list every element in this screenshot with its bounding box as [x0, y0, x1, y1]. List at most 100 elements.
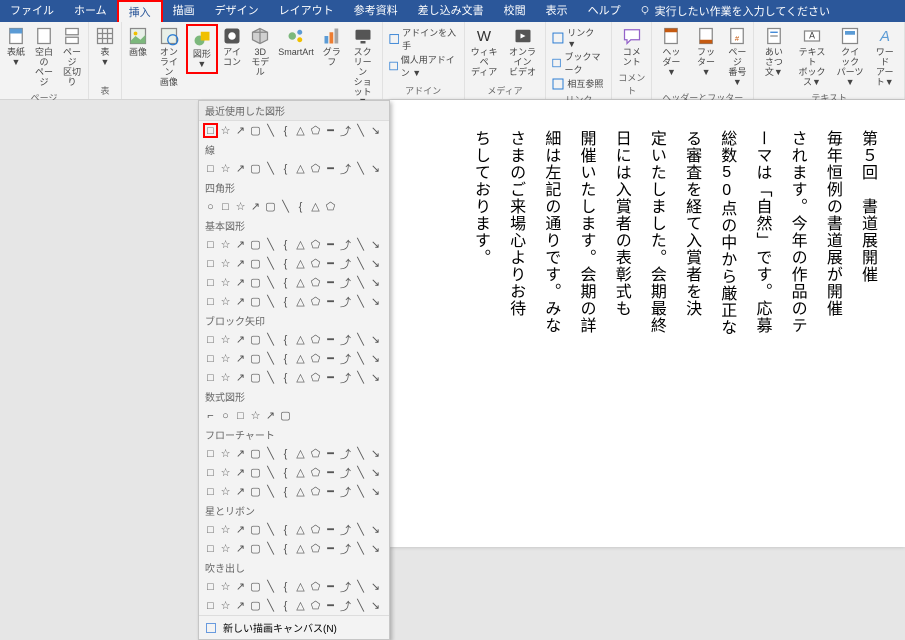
shape-item[interactable]: ╲	[353, 237, 368, 252]
shape-item[interactable]: ↘	[368, 275, 383, 290]
shape-item[interactable]: ↘	[368, 237, 383, 252]
shape-item[interactable]: ↗	[233, 465, 248, 480]
menu-ヘルプ[interactable]: ヘルプ	[578, 0, 631, 22]
shape-item[interactable]: ☆	[218, 522, 233, 537]
shape-item[interactable]: ☆	[218, 446, 233, 461]
shape-item[interactable]: ⬠	[308, 161, 323, 176]
shape-item[interactable]: ⬠	[308, 332, 323, 347]
shape-item[interactable]: ▢	[248, 161, 263, 176]
blank-page-button[interactable]: 空白の ページ	[30, 24, 58, 90]
shape-item[interactable]: ⤴	[338, 275, 353, 290]
shape-item[interactable]: ↗	[233, 275, 248, 290]
shape-item[interactable]: ↘	[368, 123, 383, 138]
shape-item[interactable]: ▢	[248, 541, 263, 556]
shape-item[interactable]: ⤴	[338, 237, 353, 252]
shape-item[interactable]: △	[293, 370, 308, 385]
shape-item[interactable]: ⬠	[308, 541, 323, 556]
shape-item[interactable]: ↘	[368, 256, 383, 271]
shape-item[interactable]: ╲	[353, 541, 368, 556]
shape-item[interactable]: ↗	[233, 598, 248, 613]
shape-item[interactable]: ╲	[263, 161, 278, 176]
shapes-button[interactable]: 図形 ▼	[186, 24, 218, 74]
shape-item[interactable]: ⤴	[338, 484, 353, 499]
shape-item[interactable]: {	[278, 351, 293, 366]
shape-item[interactable]: {	[278, 598, 293, 613]
shape-item[interactable]: □	[203, 541, 218, 556]
shape-item[interactable]: ╲	[353, 579, 368, 594]
shape-item[interactable]: ╲	[278, 199, 293, 214]
header-button[interactable]: ヘッダー ▼	[654, 24, 689, 80]
shape-item[interactable]: △	[293, 598, 308, 613]
shape-item[interactable]: ▢	[248, 370, 263, 385]
shape-item[interactable]: ⤴	[338, 579, 353, 594]
shape-item[interactable]: {	[278, 465, 293, 480]
shape-item[interactable]: ○	[203, 199, 218, 214]
shape-item[interactable]: ⤴	[338, 541, 353, 556]
shape-item[interactable]: △	[293, 332, 308, 347]
tell-me[interactable]: 実行したい作業を入力してください	[639, 3, 830, 19]
cover-page-button[interactable]: 表紙 ▼	[2, 24, 30, 70]
shape-item[interactable]: ╲	[263, 332, 278, 347]
shape-item[interactable]: ╲	[263, 351, 278, 366]
shape-item[interactable]: △	[293, 465, 308, 480]
shape-item[interactable]: ╲	[353, 275, 368, 290]
shape-item[interactable]: ⤴	[338, 446, 353, 461]
shape-item[interactable]: ⬠	[308, 351, 323, 366]
shape-item[interactable]: □	[203, 484, 218, 499]
shape-item[interactable]: □	[203, 522, 218, 537]
shape-item[interactable]: □	[218, 199, 233, 214]
shape-item[interactable]: ╲	[353, 446, 368, 461]
shape-item[interactable]: □	[203, 123, 218, 138]
shape-item[interactable]: ↘	[368, 294, 383, 309]
shape-item[interactable]: ↘	[368, 370, 383, 385]
new-canvas[interactable]: 新しい描画キャンバス(N)	[199, 615, 389, 639]
shape-item[interactable]: ╲	[353, 598, 368, 613]
shape-item[interactable]: ↗	[233, 351, 248, 366]
shape-item[interactable]: □	[233, 408, 248, 423]
shape-item[interactable]: ╲	[263, 446, 278, 461]
shape-item[interactable]: ⬠	[308, 370, 323, 385]
shape-item[interactable]: □	[203, 370, 218, 385]
shape-item[interactable]: □	[203, 351, 218, 366]
shape-item[interactable]: ━	[323, 294, 338, 309]
shape-item[interactable]: □	[203, 161, 218, 176]
shape-item[interactable]: ⤴	[338, 294, 353, 309]
shape-item[interactable]: ━	[323, 370, 338, 385]
shape-item[interactable]: ↘	[368, 446, 383, 461]
shape-item[interactable]: ☆	[233, 199, 248, 214]
shape-item[interactable]: ━	[323, 446, 338, 461]
shape-item[interactable]: ━	[323, 123, 338, 138]
shape-item[interactable]: □	[203, 598, 218, 613]
shape-item[interactable]: {	[293, 199, 308, 214]
shape-item[interactable]: ╲	[263, 541, 278, 556]
shape-item[interactable]: ╲	[353, 484, 368, 499]
shape-item[interactable]: ▢	[248, 294, 263, 309]
shape-item[interactable]: ▢	[248, 275, 263, 290]
shape-item[interactable]: ▢	[248, 351, 263, 366]
shape-item[interactable]: ▢	[248, 256, 263, 271]
shape-item[interactable]: ⬠	[308, 123, 323, 138]
shape-item[interactable]: {	[278, 522, 293, 537]
menu-参考資料[interactable]: 参考資料	[344, 0, 408, 22]
shape-item[interactable]: ↘	[368, 161, 383, 176]
shape-item[interactable]: {	[278, 579, 293, 594]
shape-item[interactable]: ⤴	[338, 370, 353, 385]
shape-item[interactable]: ↗	[263, 408, 278, 423]
menu-表示[interactable]: 表示	[536, 0, 578, 22]
shape-item[interactable]: ▢	[248, 446, 263, 461]
shape-item[interactable]: ☆	[218, 332, 233, 347]
shape-item[interactable]: ╲	[263, 522, 278, 537]
shape-item[interactable]: △	[293, 256, 308, 271]
shape-item[interactable]: ☆	[218, 579, 233, 594]
link[interactable]: リンク ▼	[552, 26, 605, 49]
shape-item[interactable]: △	[293, 161, 308, 176]
shape-item[interactable]: ☆	[218, 294, 233, 309]
shape-item[interactable]: ☆	[218, 351, 233, 366]
shape-item[interactable]: □	[203, 446, 218, 461]
icons-button[interactable]: アイコン	[218, 24, 246, 70]
shape-item[interactable]: ╲	[263, 237, 278, 252]
shape-item[interactable]: ━	[323, 161, 338, 176]
shape-item[interactable]: □	[203, 256, 218, 271]
shape-item[interactable]: ⬠	[308, 294, 323, 309]
shape-item[interactable]: ⬠	[323, 199, 338, 214]
